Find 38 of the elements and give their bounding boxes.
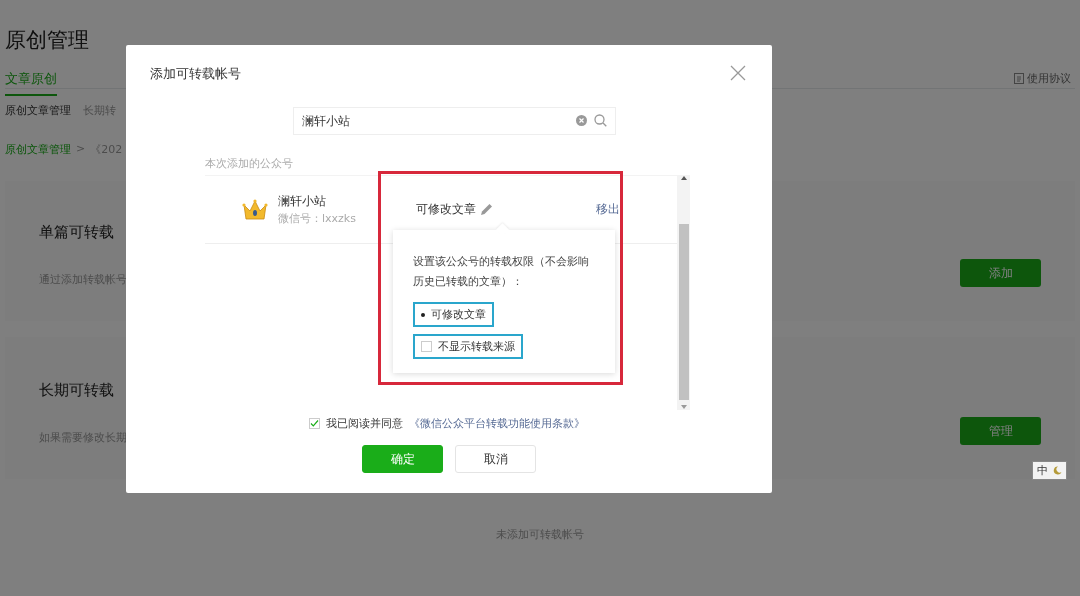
action-button[interactable]: 添加	[960, 259, 1041, 287]
account-name: 澜轩小站	[278, 193, 327, 210]
terms-link[interactable]: 使用协议	[1014, 68, 1075, 88]
document-icon	[1014, 72, 1024, 84]
subnav-item[interactable]: 原创文章管理	[5, 103, 71, 118]
agree-checkbox[interactable]	[309, 418, 320, 429]
page-title: 原创管理	[5, 27, 90, 54]
search-field[interactable]: 澜轩小站	[292, 107, 616, 135]
section-heading: 单篇可转载	[39, 223, 115, 242]
input-method-indicator: 中	[1032, 461, 1067, 480]
dialog-title: 添加可转载帐号	[150, 65, 241, 83]
section-label: 本次添加的公众号	[205, 156, 294, 171]
tab[interactable]: 文章原创	[5, 71, 57, 96]
close-icon[interactable]	[730, 65, 746, 81]
option-label: 不显示转载来源	[438, 339, 515, 354]
option-label: 可修改文章	[431, 307, 486, 322]
breadcrumb-item: 原创文章管理	[5, 142, 71, 157]
cancel-button[interactable]: 取消	[455, 445, 536, 473]
breadcrumb-item: >	[76, 142, 86, 157]
permission-label: 可修改文章	[416, 201, 476, 218]
scroll-down-icon[interactable]	[680, 404, 687, 410]
permission-option[interactable]: 可修改文章	[413, 302, 494, 327]
action-button[interactable]: 管理	[960, 417, 1041, 445]
pencil-icon[interactable]	[480, 203, 493, 216]
section-heading: 长期可转载	[39, 381, 115, 400]
remove-link[interactable]: 移出	[596, 201, 620, 218]
confirm-button[interactable]: 确定	[362, 445, 443, 473]
radio-dot[interactable]	[421, 312, 425, 317]
moon-icon	[1053, 466, 1062, 475]
clear-icon[interactable]	[575, 115, 587, 126]
search-icon[interactable]	[593, 114, 607, 127]
popover-description: 设置该公众号的转载权限（不会影响历史已转载的文章）：	[413, 254, 590, 290]
terms-link[interactable]: 《微信公众平台转载功能使用条款》	[409, 416, 585, 431]
checkbox[interactable]	[421, 341, 432, 352]
permission-option[interactable]: 不显示转载来源	[413, 334, 523, 359]
agreement-text: 我已阅读并同意	[326, 416, 403, 431]
account-id: 微信号：lxxzks	[278, 211, 357, 226]
scrollbar[interactable]	[677, 175, 690, 410]
